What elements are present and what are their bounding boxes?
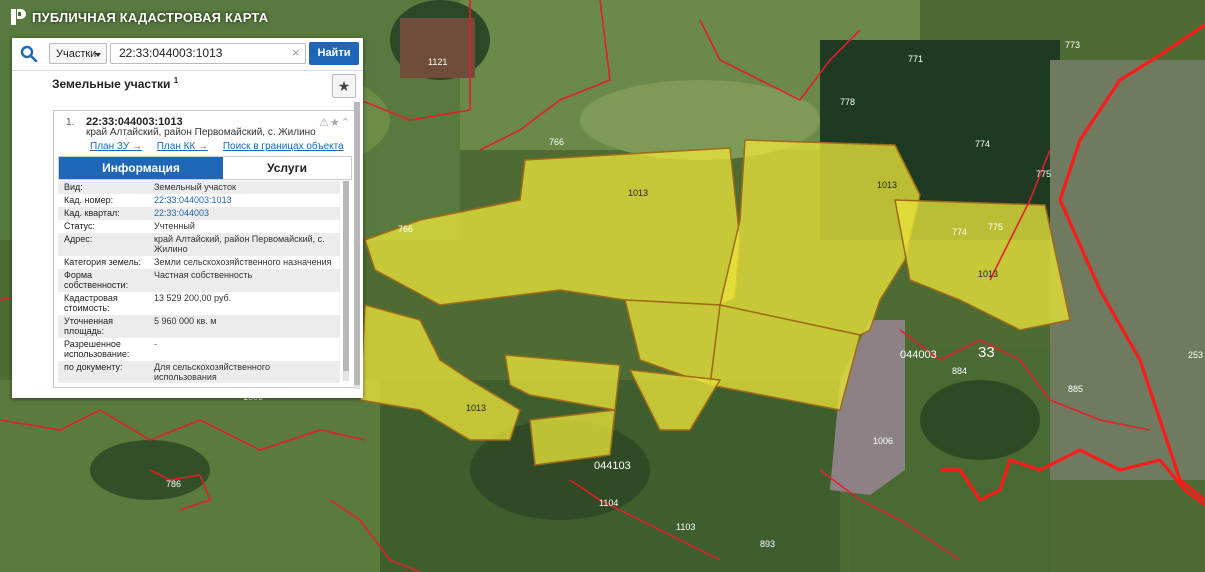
chevron-down-icon [95, 53, 101, 57]
row-value: Земли сельскохозяйственного назначения [154, 257, 332, 267]
object-type-label: Участки [56, 48, 97, 60]
tab-information[interactable]: Информация [59, 157, 223, 179]
search-bar: Участки 22:33:044003:1013 × Найти [12, 38, 363, 71]
results-scroll-thumb[interactable] [354, 102, 360, 385]
search-icon[interactable] [20, 45, 38, 63]
info-scroll-thumb[interactable] [343, 181, 349, 371]
cadastral-number-link[interactable]: 22:33:044003:1013 [154, 195, 334, 205]
map-label: 1104 [599, 498, 618, 508]
results-header-label: Земельные участки [52, 77, 171, 91]
search-panel: Участки 22:33:044003:1013 × Найти Земель… [12, 38, 363, 398]
row-value: 13 529 200,00 руб. [154, 293, 232, 303]
search-input[interactable]: 22:33:044003:1013 [110, 43, 306, 64]
row-value: Частная собственность [154, 270, 253, 280]
info-scrollbar[interactable] [343, 181, 349, 381]
results-scrollbar[interactable] [354, 102, 360, 389]
table-row: Разрешенное использование: - [58, 338, 340, 361]
map-label: 1013 [877, 180, 897, 190]
results-header: Земельные участки 1 [52, 76, 178, 91]
map-label: 1103 [676, 522, 695, 532]
map-label: 778 [840, 97, 855, 107]
star-icon[interactable]: ★ [330, 117, 341, 129]
parcel-info-table: Вид: Земельный участок Кад. номер: 22:33:0… [58, 181, 340, 383]
favorites-button[interactable]: ★ [332, 74, 356, 98]
cadastral-quarter-link[interactable]: 22:33:044003 [154, 208, 334, 218]
map-label: 1013 [466, 403, 486, 413]
star-icon: ★ [337, 78, 351, 94]
row-key: Разрешенное использование: [64, 339, 130, 359]
row-value: 5 960 000 кв. м [154, 316, 217, 326]
map-label: 771 [908, 54, 923, 64]
parcel-tabs: Информация Услуги [58, 156, 352, 180]
table-row: Форма собственности: Частная собственност… [58, 269, 340, 292]
map-label: 1121 [428, 57, 447, 67]
map-label: 893 [760, 539, 775, 549]
map-label: 253 [1188, 350, 1203, 360]
table-row: Кад. квартал: 22:33:044003 [58, 207, 340, 220]
object-type-select[interactable]: Участки [49, 43, 107, 64]
parcel-card: 1. 22:33:044003:1013 край Алтайский, рай… [53, 110, 356, 388]
find-button[interactable]: Найти [309, 42, 359, 65]
map-label: 044003 [900, 349, 937, 361]
map-label: 773 [1065, 40, 1080, 50]
row-key: Вид: [64, 182, 83, 192]
plan-zu-link[interactable]: План ЗУ → [90, 141, 142, 152]
row-value: Для сельскохозяйственного использования [154, 362, 270, 382]
warning-icon[interactable]: ⚠ [319, 117, 330, 129]
rosreestr-logo-icon [11, 9, 26, 25]
map-label: 884 [952, 366, 967, 376]
row-key: Кадастровая стоимость: [64, 293, 118, 313]
row-key: Статус: [64, 221, 95, 231]
map-label: 775 [1036, 169, 1051, 179]
map-label: 775 [988, 222, 1003, 232]
tab-services[interactable]: Услуги [223, 157, 351, 179]
app-header: ПУБЛИЧНАЯ КАДАСТРОВАЯ КАРТА [0, 0, 430, 34]
row-value: Учтенный [154, 221, 195, 231]
row-value: Земельный участок [154, 182, 236, 192]
row-key: Адрес: [64, 234, 93, 244]
map-label: 33 [978, 344, 995, 361]
map-label: 1006 [873, 436, 893, 446]
table-row: Уточненная площадь: 5 960 000 кв. м [58, 315, 340, 338]
table-row: Статус: Учтенный [58, 220, 340, 233]
row-key: Кад. квартал: [64, 208, 120, 218]
map-label: 786 [166, 479, 181, 489]
plan-kk-link[interactable]: План КК → [157, 141, 208, 152]
row-value: - [154, 339, 157, 349]
table-row: Адрес: край Алтайский, район Первомайский… [58, 233, 340, 256]
table-row: по документу: Для сельскохозяйственного и… [58, 361, 340, 383]
row-key: Категория земель: [64, 257, 141, 267]
row-key: по документу: [64, 362, 123, 372]
table-row: Кадастровая стоимость: 13 529 200,00 руб. [58, 292, 340, 315]
map-label: 885 [1068, 384, 1083, 394]
map-label: 044103 [594, 460, 631, 472]
clear-icon[interactable]: × [292, 46, 300, 60]
card-actions: ⚠★⌃ [319, 116, 351, 129]
row-key: Уточненная площадь: [64, 316, 114, 336]
table-row: Вид: Земельный участок [58, 181, 340, 194]
table-row: Категория земель: Земли сельскохозяйствен… [58, 256, 340, 269]
map-label: 1013 [978, 269, 998, 279]
chevron-up-icon[interactable]: ⌃ [341, 117, 351, 129]
map-label: 766 [398, 224, 413, 234]
app-title: ПУБЛИЧНАЯ КАДАСТРОВАЯ КАРТА [32, 9, 269, 25]
results-count: 1 [173, 76, 179, 85]
row-key: Форма собственности: [64, 270, 129, 290]
map-label: 766 [549, 137, 564, 147]
row-value: край Алтайский, район Первомайский, с. Ж… [154, 234, 325, 254]
map-label: 774 [952, 227, 967, 237]
parcel-address: край Алтайский, район Первомайский, с. Ж… [86, 127, 316, 138]
parcel-index: 1. [66, 117, 75, 128]
map-label: 1013 [628, 188, 648, 198]
table-row: Кад. номер: 22:33:044003:1013 [58, 194, 340, 207]
map-label: 774 [975, 139, 990, 149]
row-key: Кад. номер: [64, 195, 114, 205]
